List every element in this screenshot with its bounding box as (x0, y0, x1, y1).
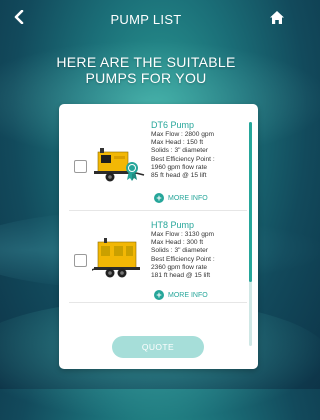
spec-bep-head: 181 ft head @ 15 lift (151, 272, 211, 280)
pump-list-item: DT6 Pump Max Flow : 2800 gpm Max Head : … (59, 118, 249, 210)
spec-bep-flow: 1960 gpm flow rate (151, 163, 208, 171)
pump-list-item: HT8 Pump Max Flow : 3130 gpm Max Head : … (59, 218, 249, 310)
spec-solids: Solids : 3" diameter (151, 247, 208, 255)
pump-info: DT6 Pump Max Flow : 2800 gpm Max Head : … (151, 120, 249, 180)
spec-max-head: Max Head : 150 ft (151, 139, 204, 147)
more-info-button[interactable]: + MORE INFO (154, 290, 208, 300)
headline-line-1: HERE ARE THE SUITABLE (56, 54, 236, 70)
spec-bep-label: Best Efficiency Point : (151, 255, 215, 263)
more-info-button[interactable]: + MORE INFO (154, 193, 208, 203)
divider (69, 302, 247, 303)
headline: HERE ARE THE SUITABLE PUMPS FOR YOU (0, 54, 292, 86)
pump-image (92, 238, 140, 278)
plus-icon: + (154, 290, 164, 300)
spec-bep-label: Best Efficiency Point : (151, 155, 215, 163)
spec-max-flow: Max Flow : 3130 gpm (151, 231, 215, 238)
pump-list-card: DT6 Pump Max Flow : 2800 gpm Max Head : … (59, 104, 258, 369)
plus-icon: + (154, 193, 164, 203)
scrollbar[interactable] (249, 122, 252, 346)
pump-name[interactable]: HT8 Pump (151, 220, 249, 231)
headline-line-2: PUMPS FOR YOU (85, 70, 207, 86)
back-button[interactable] (8, 6, 30, 28)
home-button[interactable] (266, 6, 288, 28)
spec-max-head: Max Head : 300 ft (151, 239, 204, 247)
pump-select-checkbox[interactable] (74, 160, 87, 173)
pump-image (94, 148, 145, 182)
spec-max-flow: Max Flow : 2800 gpm (151, 131, 215, 138)
more-info-label: MORE INFO (168, 291, 208, 299)
top-bar: PUMP LIST (0, 0, 292, 36)
divider (69, 210, 247, 211)
more-info-label: MORE INFO (168, 194, 208, 202)
pump-name[interactable]: DT6 Pump (151, 120, 249, 131)
spec-bep-flow: 2360 gpm flow rate (151, 263, 208, 271)
chevron-left-icon (14, 10, 24, 24)
spec-solids: Solids : 3" diameter (151, 147, 208, 155)
quote-button[interactable]: QUOTE (112, 336, 204, 358)
scrollbar-thumb[interactable] (249, 122, 252, 282)
home-icon (270, 10, 284, 24)
pump-select-checkbox[interactable] (74, 254, 87, 267)
pump-info: HT8 Pump Max Flow : 3130 gpm Max Head : … (151, 220, 249, 280)
spec-bep-head: 85 ft head @ 15 lift (151, 172, 207, 180)
page-title: PUMP LIST (110, 11, 182, 27)
